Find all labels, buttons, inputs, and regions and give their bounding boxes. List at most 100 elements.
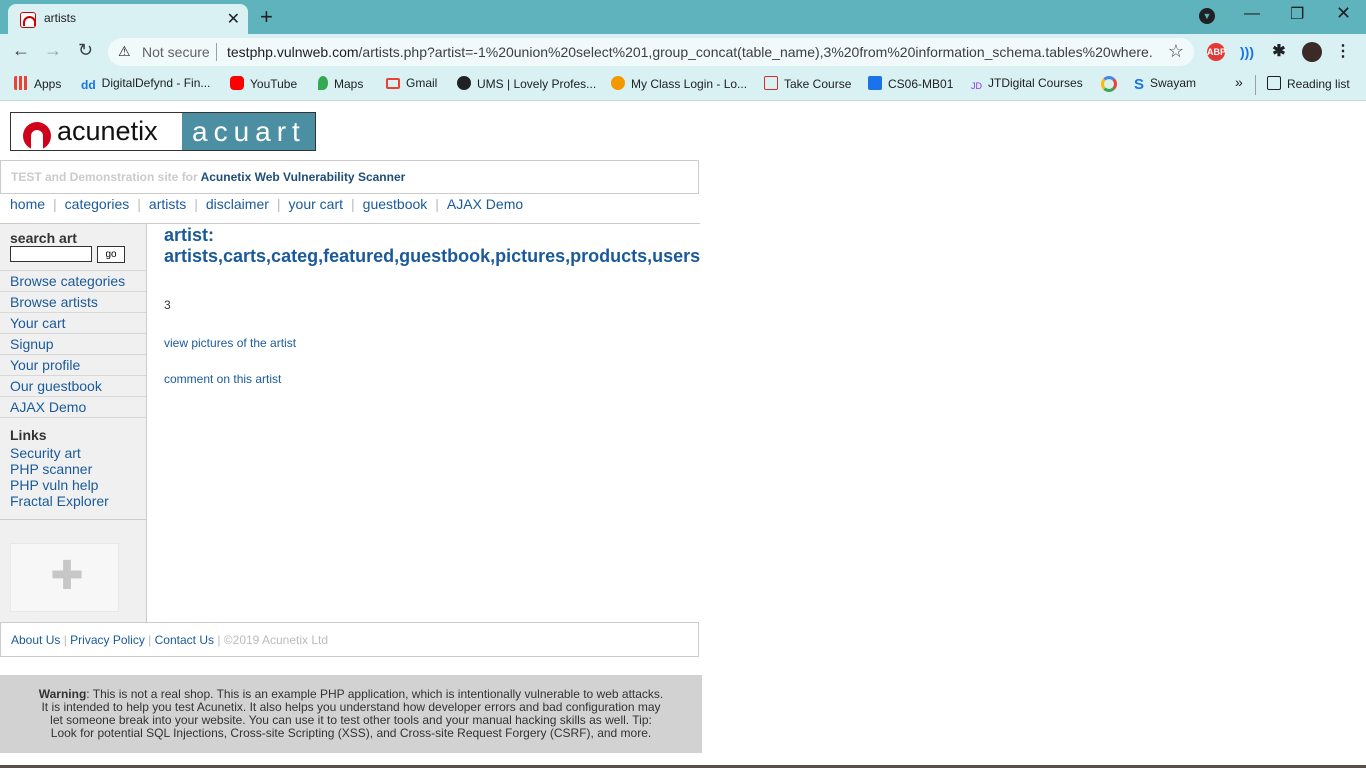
tagline-box: TEST and Demonstration site for Acunetix… [0,160,699,194]
active-tab[interactable]: artists ✕ [8,4,248,34]
sidebar-browse-categories[interactable]: Browse categories [10,273,125,289]
reading-list-button[interactable]: Reading list [1267,76,1350,91]
close-tab-icon[interactable]: ✕ [227,9,240,29]
warning-text: Warning: This is not a real shop. This i… [0,688,702,740]
nav-artists[interactable]: artists [149,196,186,212]
footer-contact-us[interactable]: Contact Us [155,633,214,647]
url-text[interactable]: testphp.vulnweb.com/artists.php?artist=-… [227,44,1152,60]
extensions-puzzle-icon[interactable]: ✱ [1270,43,1288,61]
sidebar-ajax-demo[interactable]: AJAX Demo [10,399,86,415]
google-icon [1101,76,1117,92]
bookmark-swayam[interactable]: S Swayam [1134,76,1196,93]
nav-separator: | [53,196,57,212]
forward-arrow-icon[interactable]: → [44,40,62,61]
bookmark-youtube[interactable]: YouTube [230,76,297,91]
footer: About Us | Privacy Policy | Contact Us |… [0,622,699,657]
nav-guestbook[interactable]: guestbook [363,196,428,212]
nav-categories[interactable]: categories [65,196,130,212]
footer-privacy-policy[interactable]: Privacy Policy [70,633,145,647]
site-logo[interactable]: acunetix acuart [10,112,316,151]
adblock-plus-icon[interactable]: ABP [1207,43,1226,61]
sidebar-divider [0,354,146,355]
back-arrow-icon[interactable]: ← [12,40,30,61]
link-security-art[interactable]: Security art [10,445,81,461]
puzzle-piece-icon: ✚ [50,554,84,598]
link-fractal-explorer[interactable]: Fractal Explorer [10,493,109,509]
comment-artist-link[interactable]: comment on this artist [164,372,281,386]
sidebar-divider [0,519,146,520]
sidebar-divider [0,417,146,418]
sidebar-signup[interactable]: Signup [10,336,54,352]
view-pictures-link[interactable]: view pictures of the artist [164,336,296,350]
bookmark-take-course[interactable]: Take Course [764,76,851,91]
minimize-icon[interactable]: — [1244,5,1260,23]
url-path: /artists.php?artist=-1%20union%20select%… [358,44,1152,60]
bookmark-google[interactable] [1101,76,1123,93]
menu-kebab-icon[interactable]: ⋮ [1334,43,1352,61]
wifi-extension-icon[interactable]: ))) [1238,43,1256,61]
search-label: search art [10,230,77,246]
swayam-icon: S [1134,76,1145,93]
acunetix-mark-icon [23,121,55,150]
bookmark-gmail[interactable]: Gmail [386,76,437,90]
nav-ajax-demo[interactable]: AJAX Demo [447,196,523,212]
link-php-vuln-help[interactable]: PHP vuln help [10,477,98,493]
nav-separator: | [351,196,355,212]
sun-icon [611,76,625,90]
close-window-icon[interactable]: ✕ [1336,3,1351,24]
warning-line-4: Look for potential SQL Injections, Cross… [50,726,652,740]
bookmark-digitaldefynd[interactable]: dd DigitalDefynd - Fin... [81,76,210,92]
new-tab-button[interactable]: + [260,4,273,30]
nav-home[interactable]: home [10,196,45,212]
bookmark-cs06[interactable]: CS06-MB01 [868,76,953,91]
acunetix-wordmark: acunetix [57,116,158,146]
search-input[interactable] [10,246,92,262]
profile-avatar[interactable] [1302,42,1322,62]
link-php-scanner[interactable]: PHP scanner [10,461,92,477]
tab-title: artists [44,11,77,25]
artist-bio: 3 [164,298,171,312]
bookmark-star-icon[interactable]: ☆ [1168,41,1184,62]
apps-grid-icon [14,76,28,90]
sidebar-divider [0,396,146,397]
sidebar-your-cart[interactable]: Your cart [10,315,66,331]
gmail-icon [386,78,400,89]
search-go-button[interactable]: go [97,246,125,263]
missing-plugin-placeholder: ✚ [10,543,119,612]
footer-copyright: ©2019 Acunetix Ltd [223,633,329,647]
sidebar-your-profile[interactable]: Your profile [10,357,80,373]
nav-your-cart[interactable]: your cart [289,196,343,212]
not-secure-label[interactable]: Not secure [142,44,210,60]
tab-strip: artists ✕ + ▼ — ❐ ✕ [0,0,1366,34]
warning-triangle-icon[interactable]: ⚠ [118,43,131,60]
sidebar-our-guestbook[interactable]: Our guestbook [10,378,102,394]
sidebar-divider [0,312,146,313]
browser-toolbar: ← → ↻ ⚠ Not secure testphp.vulnweb.com/a… [0,34,1366,70]
course-icon [764,76,778,90]
nav-separator: | [435,196,439,212]
bookmark-maps[interactable]: Maps [318,76,363,91]
artist-heading-name: artists,carts,categ,featured,guestbook,p… [164,246,701,266]
jt-icon: JD [971,81,982,91]
more-bookmarks-icon[interactable]: » [1235,74,1243,90]
reload-icon[interactable]: ↻ [78,40,93,61]
bookmarks-bar: Apps dd DigitalDefynd - Fin... YouTube Ma… [0,70,1366,101]
address-bar[interactable]: ⚠ Not secure testphp.vulnweb.com/artists… [108,38,1194,66]
bookmark-ums[interactable]: UMS | Lovely Profes... [457,76,596,91]
bookmark-jtdigital[interactable]: JD JTDigital Courses [971,76,1083,95]
page-viewport: acunetix acuart TEST and Demonstration s… [0,101,1366,768]
scanner-link[interactable]: Acunetix Web Vulnerability Scanner [201,170,406,184]
nav-disclaimer[interactable]: disclaimer [206,196,269,212]
url-host: testphp.vulnweb.com [227,44,359,60]
restore-icon[interactable]: ❐ [1290,4,1304,24]
tab-search-icon[interactable]: ▼ [1199,8,1215,24]
bookmarks-divider [1255,75,1256,95]
sidebar-divider [0,375,146,376]
globe-icon [457,76,471,90]
artist-heading-label: artist: [164,225,215,245]
footer-about-us[interactable]: About Us [11,633,60,647]
bookmark-apps[interactable]: Apps [14,76,61,91]
bookmark-my-class[interactable]: My Class Login - Lo... [611,76,747,91]
sidebar-browse-artists[interactable]: Browse artists [10,294,98,310]
sidebar-divider [0,270,146,271]
